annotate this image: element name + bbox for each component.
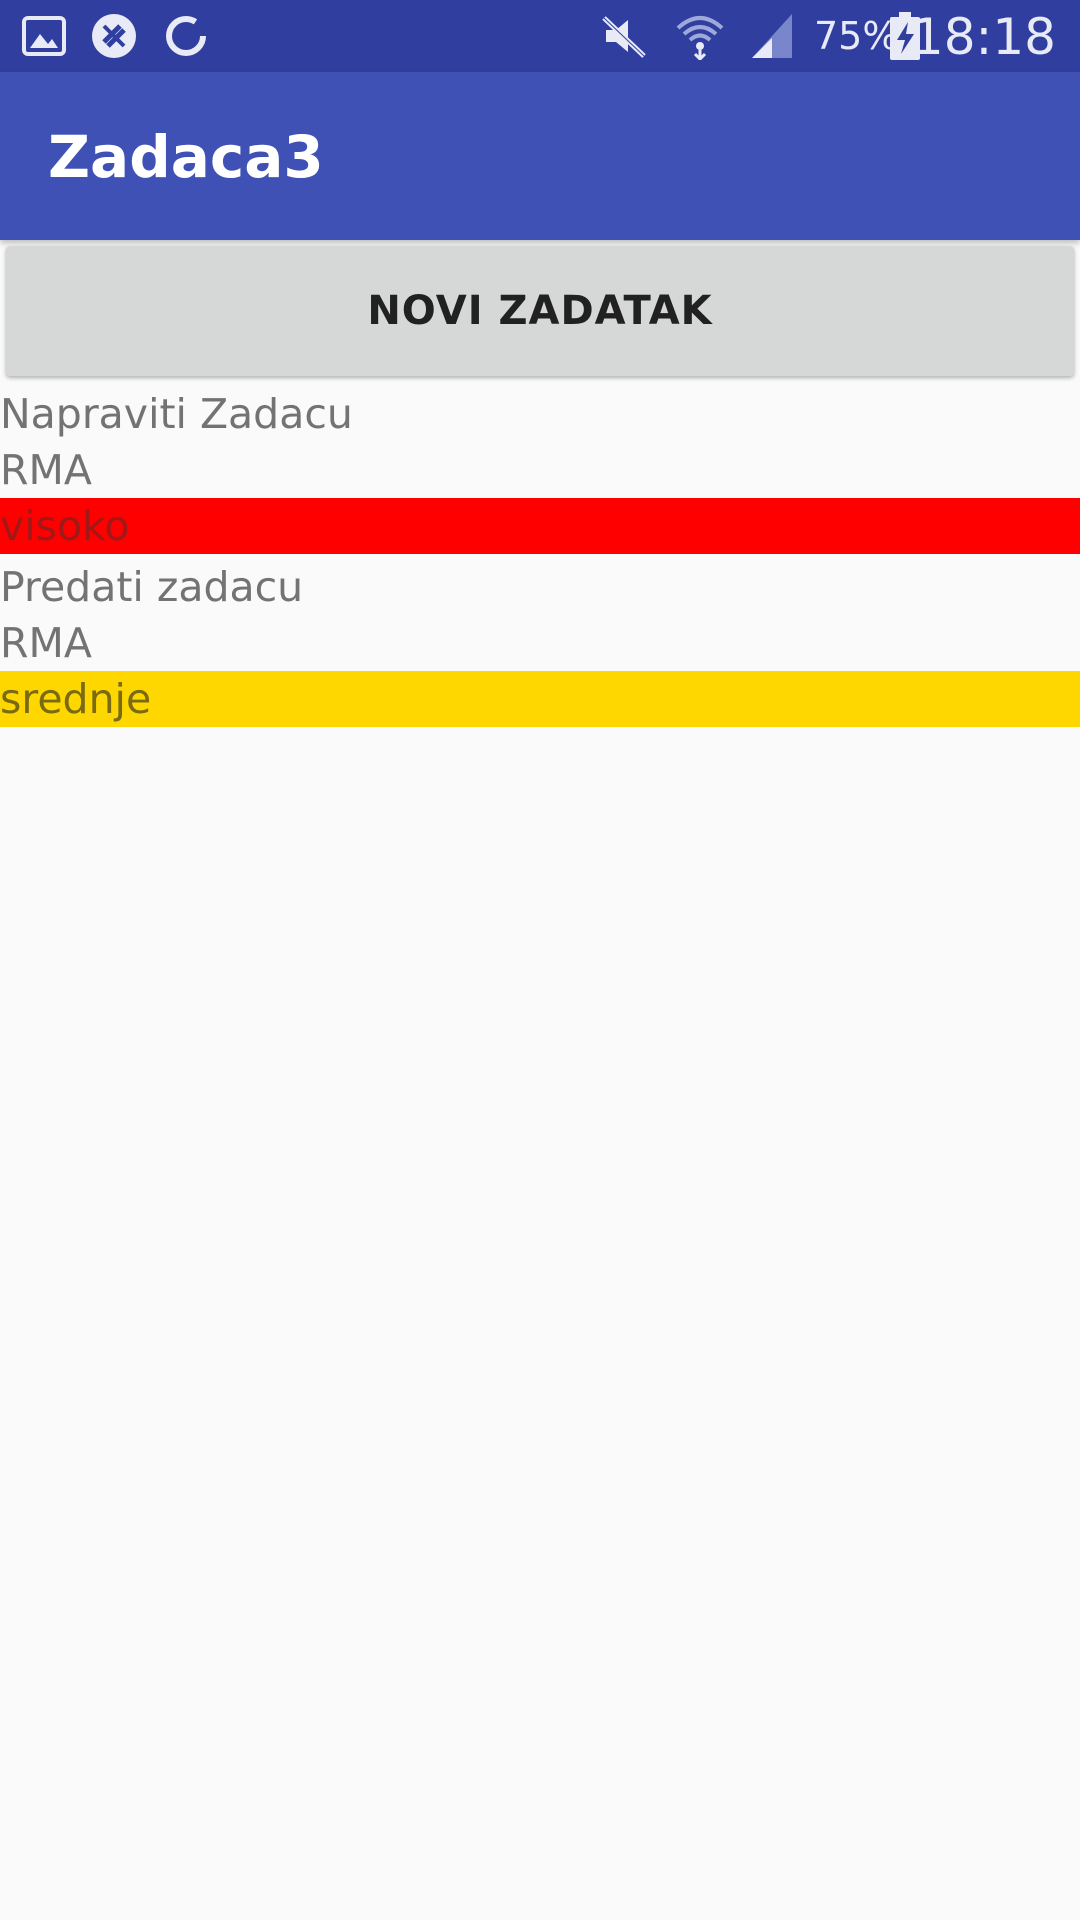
task-name: Napraviti Zadacu xyxy=(0,390,353,438)
task-item[interactable]: Napraviti Zadacu RMA visoko xyxy=(0,386,1080,554)
status-bar: 75% 18:18 xyxy=(0,0,1080,72)
battery-percent: 75% xyxy=(814,14,899,58)
mute-icon xyxy=(600,12,648,60)
no-sync-icon xyxy=(90,12,138,60)
wifi-icon xyxy=(676,12,724,60)
clock: 18:18 xyxy=(911,8,1056,66)
task-priority: srednje xyxy=(0,671,1080,727)
app-title: Zadaca3 xyxy=(48,123,324,191)
loading-icon xyxy=(162,12,210,60)
image-icon xyxy=(20,12,68,60)
task-list: Napraviti Zadacu RMA visoko Predati zada… xyxy=(0,386,1080,727)
new-task-button[interactable]: NOVI ZADATAK xyxy=(6,246,1074,376)
task-name: Predati zadacu xyxy=(0,563,304,611)
task-subject: RMA xyxy=(0,619,92,667)
task-subject: RMA xyxy=(0,446,92,494)
task-priority: visoko xyxy=(0,498,1080,554)
signal-icon xyxy=(748,12,796,60)
task-item[interactable]: Predati zadacu RMA srednje xyxy=(0,559,1080,727)
app-bar: Zadaca3 xyxy=(0,72,1080,240)
